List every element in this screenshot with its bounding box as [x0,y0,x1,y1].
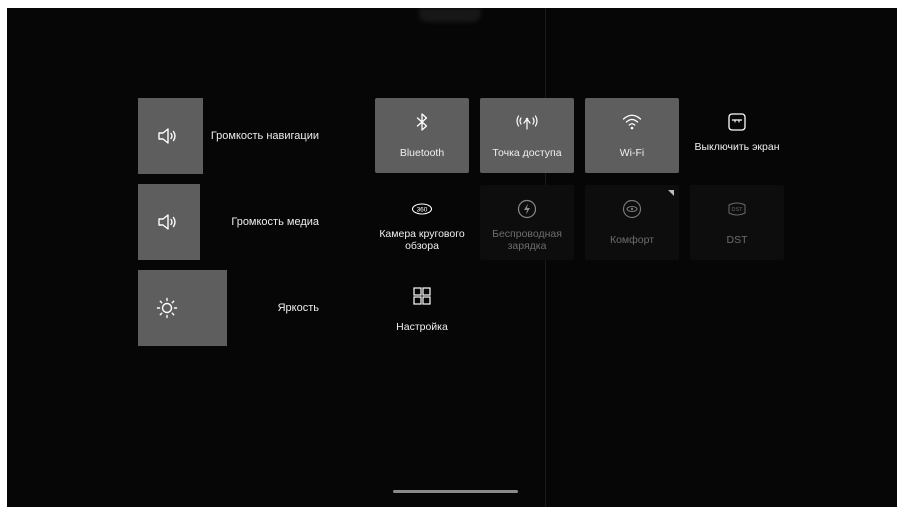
tile-label: DST [726,234,748,246]
wifi-icon [622,114,642,130]
top-notch [419,8,481,22]
screen-off-icon [728,113,746,131]
screen-off-button[interactable]: Выключить экран [690,98,784,173]
tile-label: Точка доступа [492,147,562,159]
hotspot-toggle[interactable]: Точка доступа [480,98,574,173]
sun-icon [156,297,178,319]
tile-label: Выключить экран [694,141,780,153]
dst-icon: DST [728,202,746,216]
wifi-toggle[interactable]: Wi-Fi [585,98,679,173]
quick-settings-panel: Громкость навигации Громкость медиа Ярко… [7,8,897,507]
tile-label: Настройка [396,321,448,333]
navigation-volume-slider[interactable]: Громкость навигации [138,98,319,174]
wireless-charging-icon [517,199,537,219]
home-indicator-bar[interactable] [393,490,518,493]
media-volume-slider[interactable]: Громкость медиа [138,184,319,260]
comfort-icon [622,199,642,219]
svg-text:360: 360 [417,206,428,213]
speaker-icon [158,128,176,144]
comfort-toggle[interactable]: Комфорт [585,185,679,260]
camera-360-icon: 360 [411,203,433,215]
slider-label: Громкость медиа [231,216,319,228]
dst-toggle[interactable]: DST DST [690,185,784,260]
tile-label: Камера кругового обзора [379,228,465,252]
speaker-icon [158,214,176,230]
slider-fill [138,270,227,346]
grid-icon [413,287,431,305]
brightness-slider[interactable]: Яркость [138,270,319,346]
svg-text:DST: DST [732,207,744,213]
settings-button[interactable]: Настройка [375,272,469,347]
slider-label: Громкость навигации [210,130,319,142]
wireless-charging-toggle[interactable]: Беспроводная зарядка [480,185,574,260]
hotspot-icon [516,115,538,130]
expand-indicator-icon [668,190,674,196]
tile-label: Bluetooth [399,147,445,159]
bluetooth-icon [416,113,428,131]
tile-label: Wi-Fi [619,147,645,159]
tile-label: Комфорт [609,234,655,246]
slider-label: Яркость [277,302,319,314]
camera-360-button[interactable]: 360 Камера кругового обзора [375,185,469,260]
bluetooth-toggle[interactable]: Bluetooth [375,98,469,173]
tile-label: Беспроводная зарядка [492,228,562,252]
